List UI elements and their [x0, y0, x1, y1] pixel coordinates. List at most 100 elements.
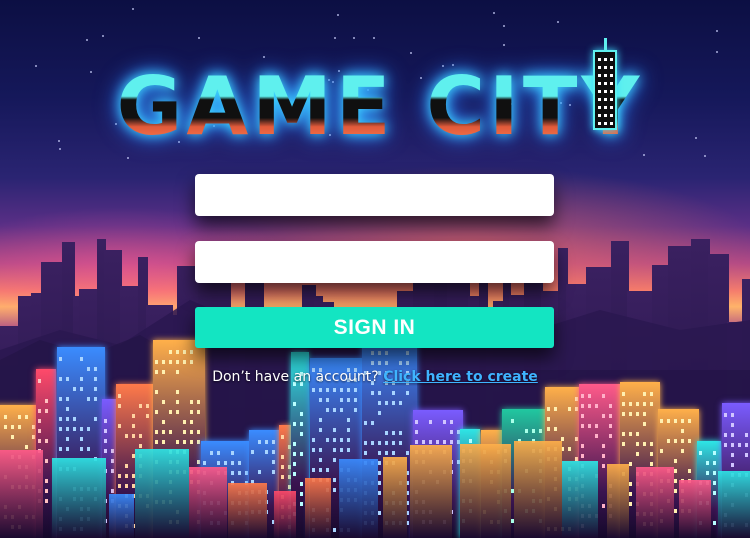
building-window [581, 404, 584, 408]
building-window [674, 469, 677, 473]
building-window [169, 350, 172, 354]
tower-window [598, 74, 601, 77]
building-window [293, 402, 296, 406]
tower-window [610, 98, 613, 101]
building-window [636, 402, 639, 406]
password-input[interactable] [195, 241, 554, 283]
tower-window [604, 90, 607, 93]
building-window [111, 469, 114, 473]
building-window [281, 465, 284, 469]
building-window [371, 361, 374, 365]
building-window [111, 449, 114, 453]
building-window [155, 410, 158, 414]
building-window [94, 387, 97, 391]
building-window [224, 461, 227, 465]
building-window [59, 447, 62, 451]
building-window [197, 460, 200, 464]
building-window [415, 430, 418, 434]
tower-window [604, 82, 607, 85]
building-window [293, 452, 296, 456]
building-window [340, 438, 343, 442]
building-window [203, 461, 206, 465]
building-window [169, 410, 172, 414]
tower-window [610, 106, 613, 109]
building-window [25, 415, 28, 419]
building-window [190, 420, 193, 424]
tower-window [610, 122, 613, 125]
building-window [399, 431, 402, 435]
building-window [443, 440, 446, 444]
foreground-building [718, 471, 750, 538]
building-window [87, 397, 90, 401]
building-window [568, 447, 571, 451]
building-window [643, 442, 646, 446]
building-window [681, 429, 684, 433]
foreground-building [339, 459, 378, 538]
building-window [378, 391, 381, 395]
building-window [312, 468, 315, 472]
building-window [319, 448, 322, 452]
tower-window [610, 82, 613, 85]
building-window [629, 492, 632, 496]
building-window [265, 450, 268, 454]
building-window [588, 404, 591, 408]
tower-window [610, 90, 613, 93]
building-window [629, 402, 632, 406]
building-window [217, 451, 220, 455]
building-window [415, 420, 418, 424]
building-window [66, 397, 69, 401]
building-window [547, 417, 550, 421]
building-window [25, 445, 28, 449]
building-window [104, 439, 107, 443]
building-window [197, 410, 200, 414]
building-window [190, 350, 193, 354]
building-window [104, 429, 107, 433]
building-window [429, 420, 432, 424]
building-window [629, 412, 632, 416]
building-window [217, 461, 220, 465]
building-window [32, 425, 35, 429]
building-window [340, 398, 343, 402]
building-window [595, 434, 598, 438]
foreground-building [460, 444, 511, 538]
building-window [674, 419, 677, 423]
building-window [568, 407, 571, 411]
building-window [66, 447, 69, 451]
tower-window [598, 106, 601, 109]
building-window [312, 448, 315, 452]
building-window [132, 424, 135, 428]
building-window [602, 464, 605, 468]
building-window [385, 361, 388, 365]
building-window [547, 407, 550, 411]
building-window [622, 442, 625, 446]
building-window [539, 429, 542, 433]
building-window [674, 479, 677, 483]
building-window [581, 424, 584, 428]
building-window [364, 421, 367, 425]
foreground-building [410, 445, 452, 538]
building-window [602, 444, 605, 448]
building-window [731, 423, 734, 427]
building-window [300, 412, 303, 416]
sign-in-button[interactable]: SIGN IN [195, 307, 554, 348]
building-window [660, 449, 663, 453]
building-window [281, 475, 284, 479]
building-window [125, 464, 128, 468]
building-window [326, 388, 329, 392]
building-window [713, 481, 716, 485]
building-window [293, 442, 296, 446]
building-window [66, 437, 69, 441]
create-account-link[interactable]: Click here to create [383, 369, 538, 385]
building-window [125, 434, 128, 438]
building-window [300, 432, 303, 436]
tower-window [610, 74, 613, 77]
building-window [450, 440, 453, 444]
username-input[interactable] [195, 174, 554, 216]
building-window [45, 439, 48, 443]
building-window [674, 489, 677, 493]
building-window [385, 431, 388, 435]
building-window [183, 440, 186, 444]
building-window [575, 397, 578, 401]
building-window [162, 430, 165, 434]
building-window [547, 427, 550, 431]
